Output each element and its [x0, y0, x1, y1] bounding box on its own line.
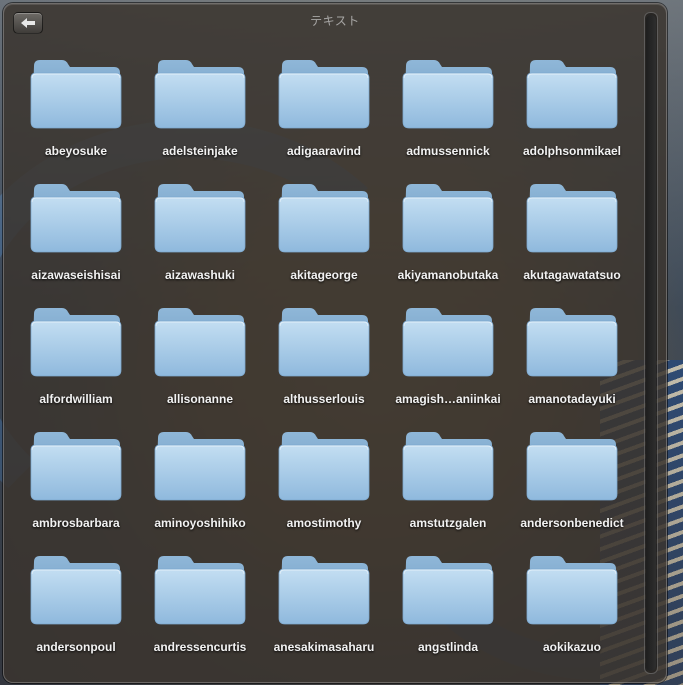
folder-icon — [30, 556, 122, 625]
folder-item[interactable]: aizawaseishisai — [14, 168, 138, 292]
stack-grid-panel: テキスト abeyosuke adelsteinjake adigaaravin… — [3, 3, 667, 683]
folder-label: angstlinda — [417, 640, 478, 654]
folder-label: anesakimasaharu — [273, 640, 375, 654]
folder-item[interactable]: akiyamanobutaka — [386, 168, 510, 292]
folder-item[interactable]: aizawashuki — [138, 168, 262, 292]
folder-label: andressencurtis — [153, 640, 247, 654]
folder-icon — [278, 308, 370, 377]
folder-label: aizawaseishisai — [31, 268, 121, 282]
folder-item[interactable]: anesakimasaharu — [262, 540, 386, 664]
folder-item[interactable]: admussennick — [386, 44, 510, 168]
folder-label: adelsteinjake — [162, 144, 238, 158]
folder-item[interactable]: amagish…aniinkai — [386, 292, 510, 416]
folder-grid: abeyosuke adelsteinjake adigaaravind adm… — [14, 44, 634, 664]
folder-label: aizawashuki — [164, 268, 236, 282]
folder-icon — [526, 184, 618, 253]
folder-label: akiyamanobutaka — [397, 268, 499, 282]
folder-item[interactable]: aokikazuo — [510, 540, 634, 664]
folder-label: andersonpoul — [36, 640, 116, 654]
folder-item[interactable]: adigaaravind — [262, 44, 386, 168]
folder-item[interactable]: amostimothy — [262, 416, 386, 540]
folder-icon — [278, 184, 370, 253]
folder-item[interactable]: andersonbenedict — [510, 416, 634, 540]
folder-icon — [402, 308, 494, 377]
folder-item[interactable]: ambrosbarbara — [14, 416, 138, 540]
folder-item[interactable]: allisonanne — [138, 292, 262, 416]
folder-icon — [154, 432, 246, 501]
folder-label: allisonanne — [166, 392, 234, 406]
folder-label: adigaaravind — [286, 144, 362, 158]
folder-label: aokikazuo — [542, 640, 602, 654]
folder-label: akitageorge — [290, 268, 358, 282]
folder-icon — [154, 60, 246, 129]
folder-icon — [154, 556, 246, 625]
folder-icon — [154, 184, 246, 253]
folder-item[interactable]: amstutzgalen — [386, 416, 510, 540]
folder-icon — [278, 432, 370, 501]
folder-item[interactable]: aminoyoshihiko — [138, 416, 262, 540]
scrollbar-thumb[interactable] — [646, 15, 656, 671]
folder-item[interactable]: akitageorge — [262, 168, 386, 292]
folder-icon — [402, 184, 494, 253]
folder-icon — [30, 308, 122, 377]
folder-item[interactable]: alfordwilliam — [14, 292, 138, 416]
folder-item[interactable]: angstlinda — [386, 540, 510, 664]
scrollbar[interactable] — [644, 12, 658, 674]
folder-item[interactable]: andressencurtis — [138, 540, 262, 664]
folder-icon — [526, 308, 618, 377]
folder-label: amagish…aniinkai — [395, 392, 501, 406]
folder-icon — [402, 432, 494, 501]
folder-label: akutagawatatsuo — [523, 268, 621, 282]
panel-title: テキスト — [310, 14, 360, 28]
folder-label: andersonbenedict — [520, 516, 624, 530]
folder-icon — [402, 556, 494, 625]
folder-item[interactable]: abeyosuke — [14, 44, 138, 168]
folder-icon — [526, 432, 618, 501]
folder-icon — [30, 184, 122, 253]
folder-label: amstutzgalen — [409, 516, 487, 530]
folder-item[interactable]: adelsteinjake — [138, 44, 262, 168]
folder-item[interactable]: althusserlouis — [262, 292, 386, 416]
folder-label: admussennick — [406, 144, 490, 158]
folder-item[interactable]: akutagawatatsuo — [510, 168, 634, 292]
folder-label: alfordwilliam — [39, 392, 113, 406]
folder-icon — [526, 60, 618, 129]
folder-icon — [30, 432, 122, 501]
folder-label: aminoyoshihiko — [154, 516, 246, 530]
folder-icon — [402, 60, 494, 129]
folder-icon — [278, 556, 370, 625]
folder-label: ambrosbarbara — [32, 516, 120, 530]
folder-item[interactable]: adolphsonmikael — [510, 44, 634, 168]
folder-icon — [154, 308, 246, 377]
folder-label: amostimothy — [286, 516, 362, 530]
folder-label: abeyosuke — [44, 144, 108, 158]
folder-item[interactable]: andersonpoul — [14, 540, 138, 664]
folder-label: althusserlouis — [283, 392, 365, 406]
folder-icon — [526, 556, 618, 625]
folder-item[interactable]: amanotadayuki — [510, 292, 634, 416]
folder-icon — [30, 60, 122, 129]
folder-label: amanotadayuki — [528, 392, 616, 406]
folder-label: adolphsonmikael — [522, 144, 622, 158]
folder-icon — [278, 60, 370, 129]
